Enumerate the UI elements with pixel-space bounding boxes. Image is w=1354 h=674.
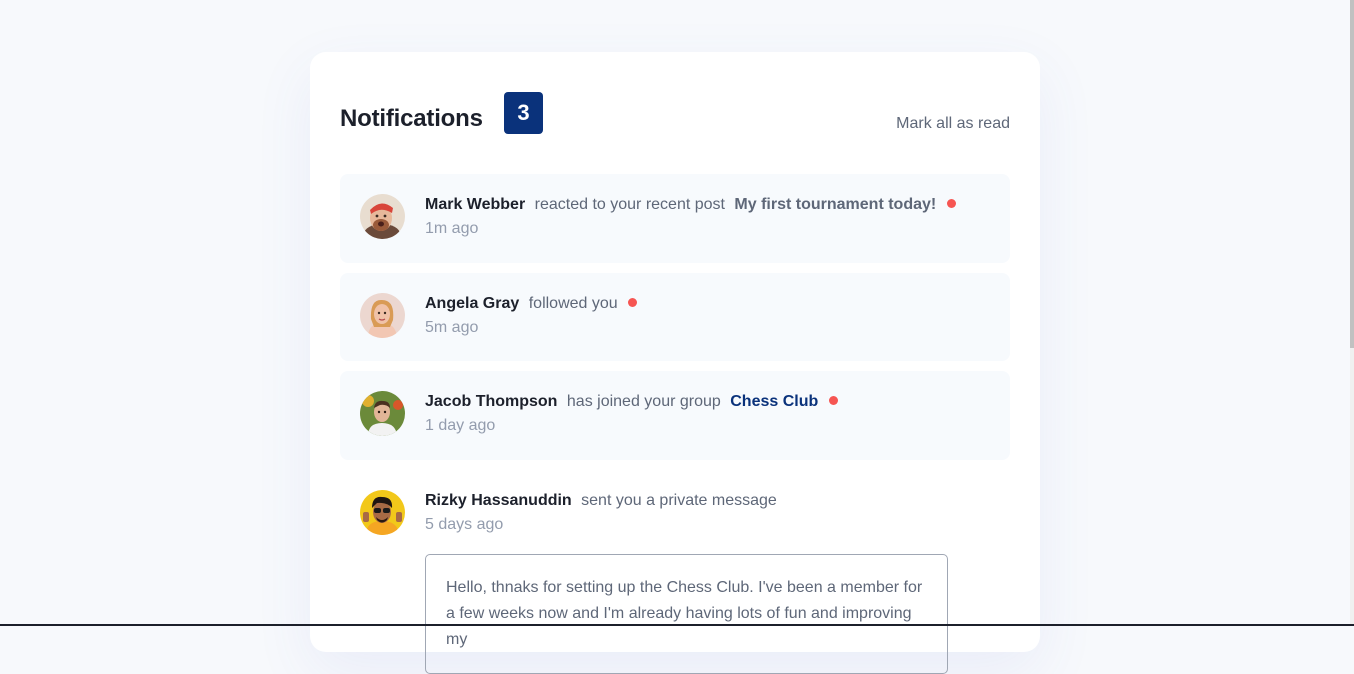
unread-dot-icon (628, 298, 638, 307)
avatar-jacob-thompson[interactable] (360, 391, 405, 436)
unread-count-badge: 3 (504, 92, 543, 134)
post-link[interactable]: My first tournament today! (734, 196, 936, 213)
notification-text: Angela Gray followed you (425, 295, 638, 313)
notification-action: followed you (528, 295, 618, 312)
notification-time: 5m ago (425, 319, 479, 336)
notification-item[interactable]: Angela Gray followed you 5m ago (340, 273, 1010, 361)
page-scrollbar[interactable] (1350, 0, 1354, 626)
avatar-rizky-hassanuddin[interactable] (360, 490, 405, 535)
notification-action: reacted to your recent post (534, 196, 725, 213)
notification-item[interactable]: Mark Webber reacted to your recent post … (340, 174, 1010, 263)
notifications-card: Notifications 3 Mark all as read Mark We… (310, 52, 1040, 674)
mark-all-read-button[interactable]: Mark all as read (896, 115, 1010, 133)
user-name-link[interactable]: Jacob Thompson (425, 393, 557, 410)
group-link[interactable]: Chess Club (730, 393, 818, 410)
notifications-header: Notifications 3 Mark all as read (340, 92, 1010, 134)
avatar-angela-gray[interactable] (360, 293, 405, 338)
user-name-link[interactable]: Angela Gray (425, 295, 519, 312)
scrollbar-thumb[interactable] (1350, 0, 1354, 348)
unread-dot-icon (946, 199, 956, 208)
notification-time: 1m ago (425, 220, 479, 237)
unread-dot-icon (828, 396, 838, 405)
notification-time: 5 days ago (425, 516, 504, 533)
notification-item[interactable]: Jacob Thompson has joined your group Che… (340, 371, 1010, 460)
notification-text: Mark Webber reacted to your recent post … (425, 196, 956, 214)
avatar-mark-webber[interactable] (360, 194, 405, 239)
page-title: Notifications (340, 105, 483, 132)
notification-time: 1 day ago (425, 417, 496, 434)
notification-action: sent you a private message (581, 492, 777, 509)
notification-text: Jacob Thompson has joined your group Che… (425, 393, 838, 411)
user-name-link[interactable]: Mark Webber (425, 196, 525, 213)
notification-action: has joined your group (566, 393, 721, 410)
private-message-preview[interactable]: Hello, thnaks for setting up the Chess C… (425, 554, 948, 674)
user-name-link[interactable]: Rizky Hassanuddin (425, 492, 572, 509)
notification-text: Rizky Hassanuddin sent you a private mes… (425, 492, 782, 510)
